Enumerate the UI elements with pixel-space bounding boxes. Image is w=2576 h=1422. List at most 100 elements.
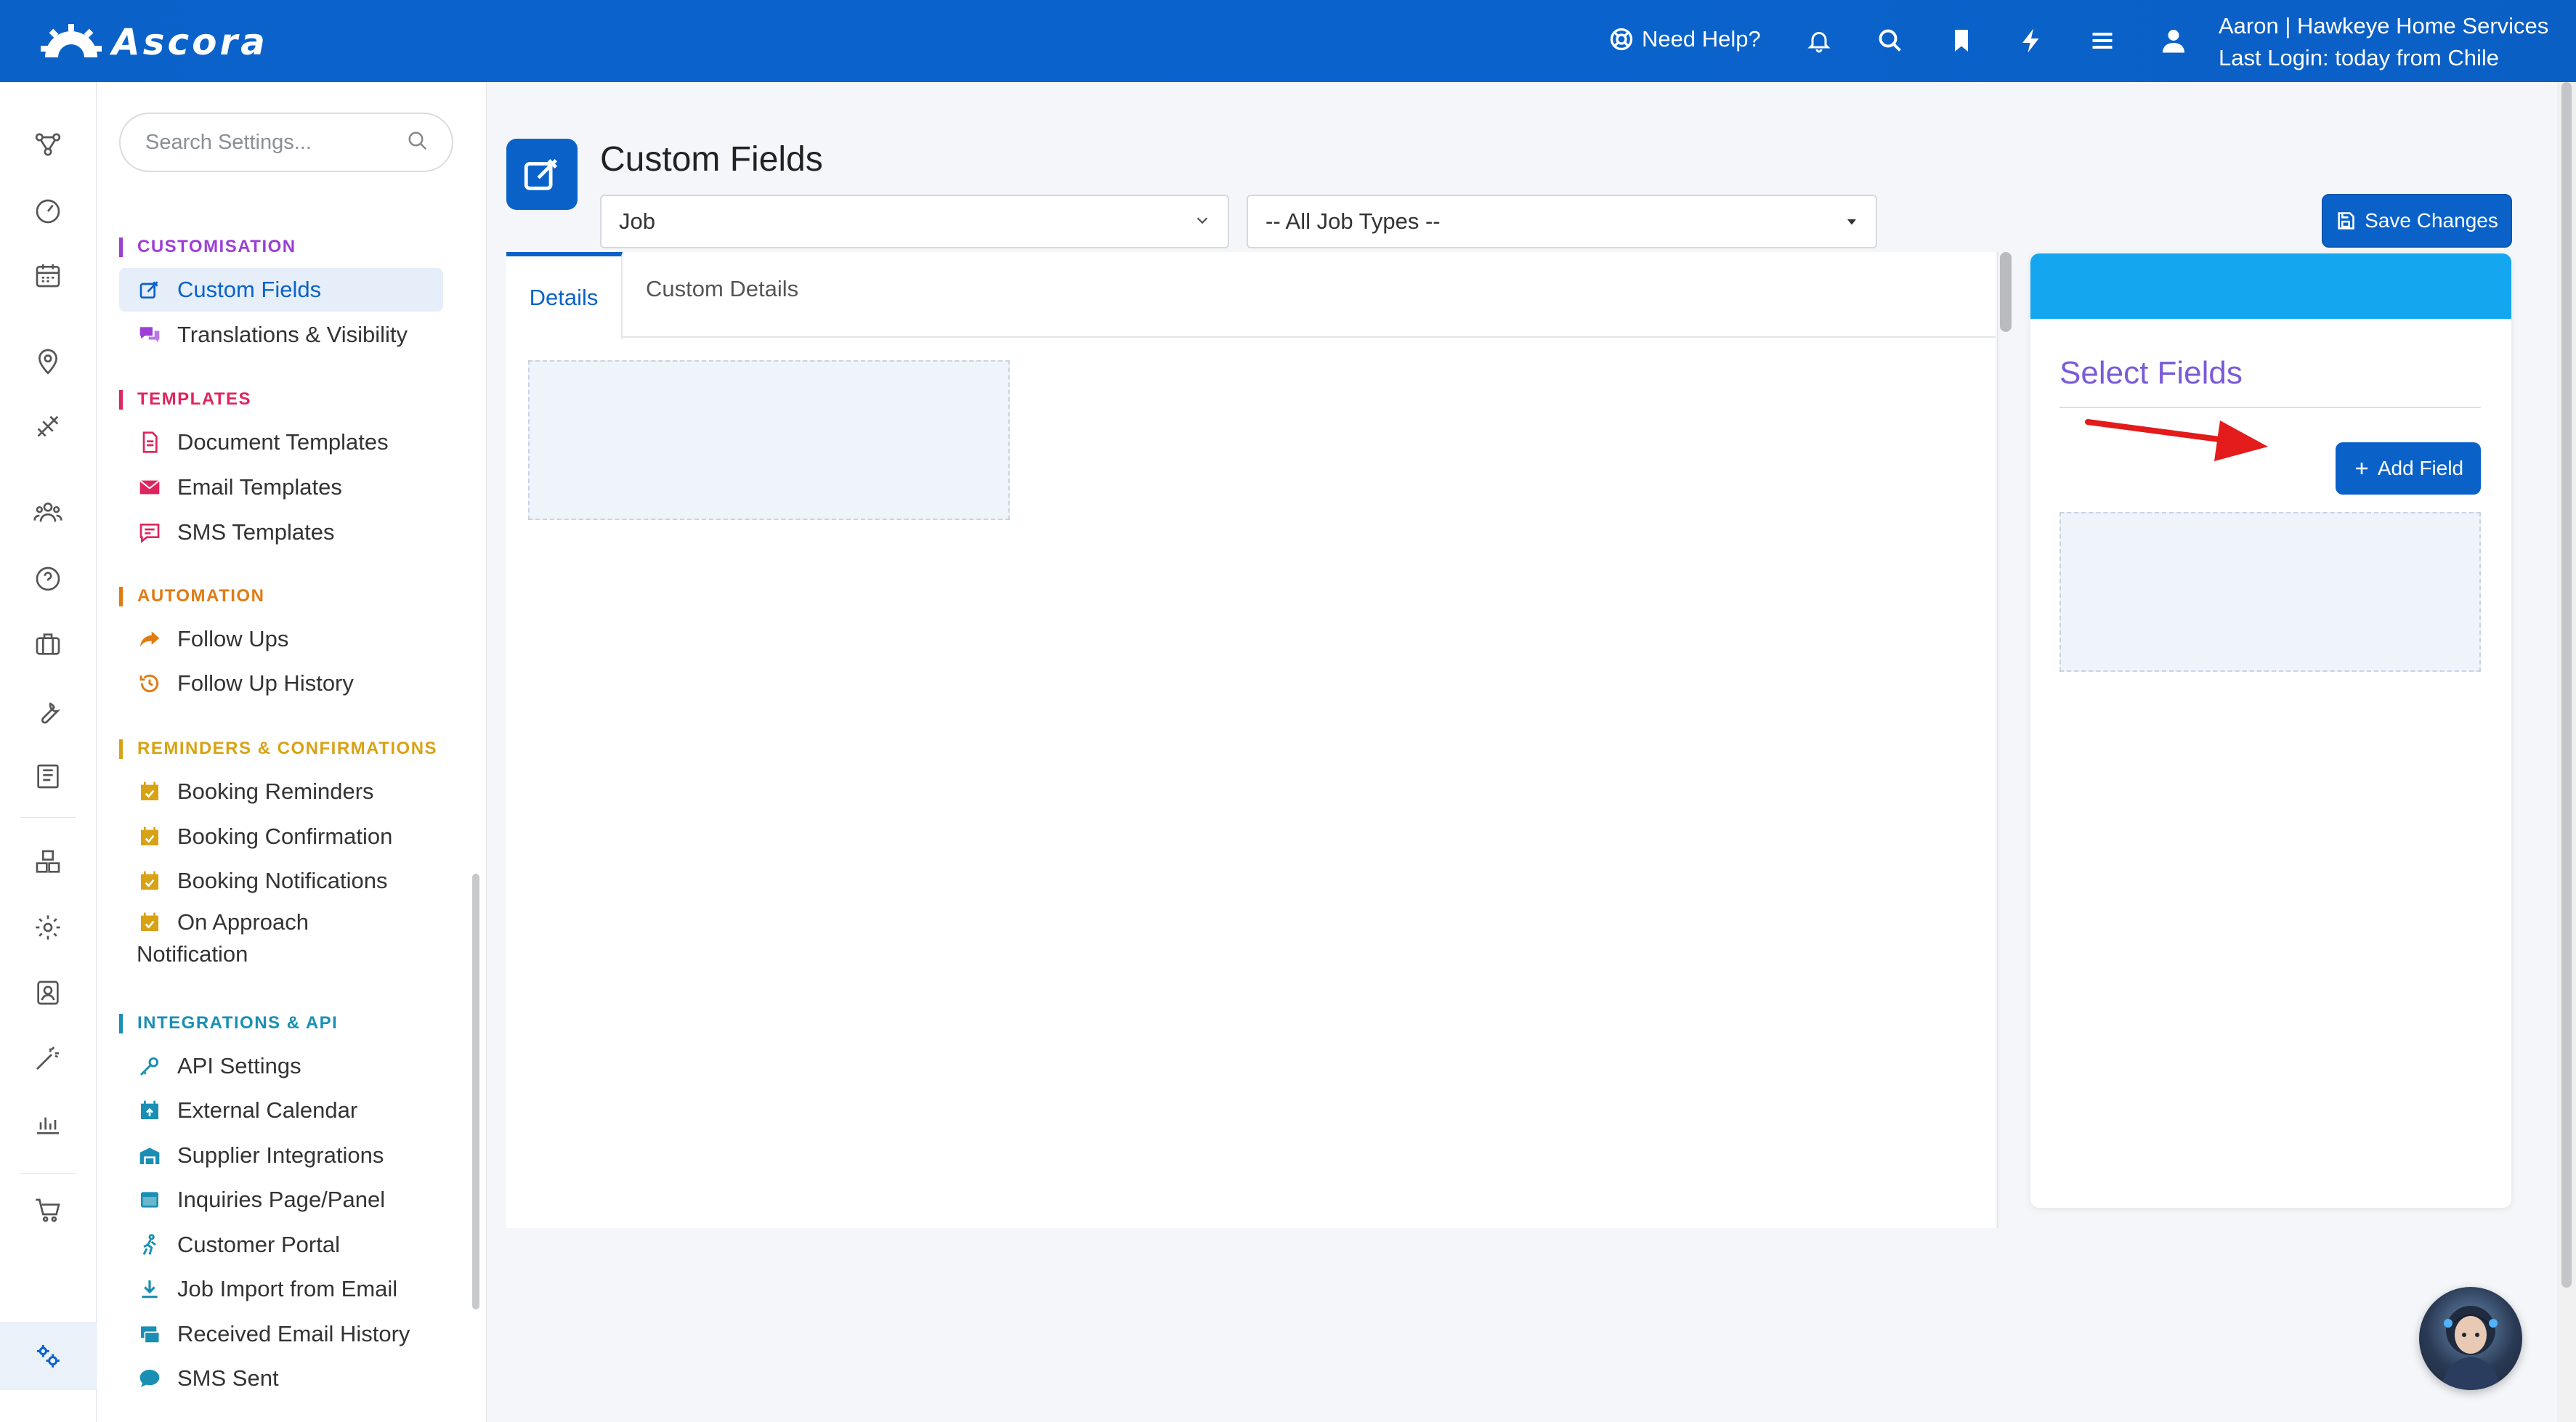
add-field-button[interactable]: Add Field xyxy=(2336,442,2481,495)
lightning-icon[interactable] xyxy=(2015,25,2047,57)
sidebar-scrollbar[interactable] xyxy=(472,874,479,1309)
entity-select[interactable]: Job xyxy=(600,195,1229,248)
section-title: INTEGRATIONS & API xyxy=(137,1013,339,1033)
details-panel: Details Custom Details xyxy=(506,252,1996,1228)
section-customisation: CUSTOMISATION xyxy=(119,237,296,257)
sidebar-item-label: Supplier Integrations xyxy=(177,1142,384,1168)
user-name: Aaron | Hawkeye Home Services xyxy=(2219,13,2549,38)
tools-icon[interactable] xyxy=(32,410,64,442)
last-login: Last Login: today from Chile xyxy=(2219,45,2499,70)
bell-icon[interactable] xyxy=(1803,25,1835,57)
calendar-icon[interactable] xyxy=(32,259,64,291)
sidebar-item-inquiries-page[interactable]: Inquiries Page/Panel xyxy=(119,1178,443,1222)
need-help-label: Need Help? xyxy=(1642,26,1761,52)
download-icon xyxy=(137,1276,163,1302)
sidebar-item-email-templates[interactable]: Email Templates xyxy=(119,466,443,509)
sidebar-item-label: External Calendar xyxy=(177,1097,358,1123)
team-icon[interactable] xyxy=(32,496,64,528)
sidebar-item-sms-sent[interactable]: SMS Sent xyxy=(119,1357,443,1400)
top-bar: Ascora Need Help? Aaron | Hawkeye Home S… xyxy=(0,0,2576,82)
sidebar-item-label: Booking Notifications xyxy=(177,868,388,893)
dashboard-icon[interactable] xyxy=(32,195,64,227)
menu-icon[interactable] xyxy=(2086,25,2118,57)
workflow-icon[interactable] xyxy=(32,129,64,161)
cart-icon[interactable] xyxy=(32,1195,64,1227)
section-title: TEMPLATES xyxy=(137,389,252,409)
sidebar-item-label: Document Templates xyxy=(177,429,389,455)
sidebar-item-api-settings[interactable]: API Settings xyxy=(119,1044,443,1088)
map-pin-icon[interactable] xyxy=(32,345,64,377)
boxes-icon[interactable] xyxy=(32,846,64,878)
sidebar-item-label: Booking Confirmation xyxy=(177,824,393,849)
save-changes-label: Save Changes xyxy=(2365,209,2498,232)
book-icon[interactable] xyxy=(32,760,64,792)
sidebar-item-booking-confirmation[interactable]: Booking Confirmation xyxy=(119,815,443,858)
page-title: Custom Fields xyxy=(600,140,823,179)
contacts-icon[interactable] xyxy=(32,977,64,1009)
sidebar-item-customer-portal[interactable]: Customer Portal xyxy=(119,1223,443,1267)
sidebar-item-label: Custom Fields xyxy=(177,277,322,302)
sidebar-item-label-line1: On Approach xyxy=(177,909,309,935)
settings-sidebar: CUSTOMISATION Custom Fields Translations… xyxy=(97,82,487,1422)
sidebar-item-external-calendar[interactable]: External Calendar xyxy=(119,1089,443,1132)
settings-cogs-icon[interactable] xyxy=(32,1340,64,1372)
settings-search-input[interactable] xyxy=(145,130,407,155)
magic-wand-icon[interactable] xyxy=(32,1042,64,1074)
chat-assistant-avatar[interactable] xyxy=(2419,1287,2522,1390)
details-drop-zone[interactable] xyxy=(528,360,1010,520)
section-integrations: INTEGRATIONS & API xyxy=(119,1013,338,1033)
settings-search[interactable] xyxy=(119,113,453,172)
calendar-check-icon xyxy=(137,909,163,935)
app-logo[interactable]: Ascora xyxy=(41,20,268,64)
search-icon[interactable] xyxy=(407,130,429,155)
sidebar-item-booking-reminders[interactable]: Booking Reminders xyxy=(119,770,443,813)
sidebar-item-label: Inquiries Page/Panel xyxy=(177,1187,386,1212)
sidebar-item-label: Customer Portal xyxy=(177,1232,340,1257)
page-scrollbar[interactable] xyxy=(2557,82,2576,1422)
settings-gear-icon[interactable] xyxy=(32,911,64,943)
sidebar-item-label: SMS Templates xyxy=(177,519,335,545)
sidebar-item-on-approach[interactable]: On Approach Notification xyxy=(119,899,443,972)
job-type-select[interactable]: -- All Job Types -- xyxy=(1247,195,1877,248)
sidebar-item-follow-ups[interactable]: Follow Ups xyxy=(119,617,443,661)
user-info[interactable]: Aaron | Hawkeye Home Services Last Login… xyxy=(2219,10,2548,74)
fields-drop-zone[interactable] xyxy=(2059,512,2481,672)
briefcase-icon[interactable] xyxy=(32,628,64,660)
sidebar-item-supplier-integrations[interactable]: Supplier Integrations xyxy=(119,1134,443,1177)
page-scrollbar-thumb[interactable] xyxy=(2561,82,2572,1288)
plus-icon xyxy=(2355,463,2368,474)
section-reminders: REMINDERS & CONFIRMATIONS xyxy=(119,739,437,759)
rail-divider xyxy=(20,817,76,818)
share-arrow-icon xyxy=(137,626,163,652)
sidebar-item-follow-up-history[interactable]: Follow Up History xyxy=(119,662,443,705)
search-icon[interactable] xyxy=(1874,25,1906,57)
sidebar-item-booking-notifications[interactable]: Booking Notifications xyxy=(119,859,443,903)
need-help-link[interactable]: Need Help? xyxy=(1608,26,1768,52)
sidebar-item-label: On Approach Notification xyxy=(137,906,309,970)
sidebar-item-custom-fields[interactable]: Custom Fields xyxy=(119,268,443,312)
bar-chart-icon[interactable] xyxy=(32,1108,64,1139)
sidebar-item-label: API Settings xyxy=(177,1053,301,1078)
sidebar-item-job-import[interactable]: Job Import from Email xyxy=(119,1267,443,1311)
section-title: AUTOMATION xyxy=(137,586,265,606)
sidebar-item-label: Follow Up History xyxy=(177,670,354,696)
wrench-icon[interactable] xyxy=(32,695,64,727)
sidebar-item-received-email[interactable]: Received Email History xyxy=(119,1312,443,1356)
sidebar-item-translations[interactable]: Translations & Visibility xyxy=(119,313,443,357)
calendar-check-icon xyxy=(137,868,163,894)
inbox-history-icon xyxy=(137,1321,163,1347)
edit-icon xyxy=(524,158,558,190)
envelope-icon xyxy=(137,474,163,500)
job-type-select-value: -- All Job Types -- xyxy=(1265,208,1441,234)
tab-details[interactable]: Details xyxy=(506,252,623,339)
bookmark-icon[interactable] xyxy=(1945,25,1977,57)
tab-custom-details[interactable]: Custom Details xyxy=(623,246,822,332)
sidebar-item-label: Job Import from Email xyxy=(177,1276,398,1301)
panel-scrollbar[interactable] xyxy=(2000,252,2012,332)
save-changes-button[interactable]: Save Changes xyxy=(2322,194,2512,248)
sidebar-item-sms-templates[interactable]: SMS Templates xyxy=(119,511,443,554)
user-icon[interactable] xyxy=(2158,25,2190,57)
key-icon xyxy=(137,1053,163,1079)
sidebar-item-document-templates[interactable]: Document Templates xyxy=(119,420,443,464)
help-circle-icon[interactable] xyxy=(32,563,64,595)
